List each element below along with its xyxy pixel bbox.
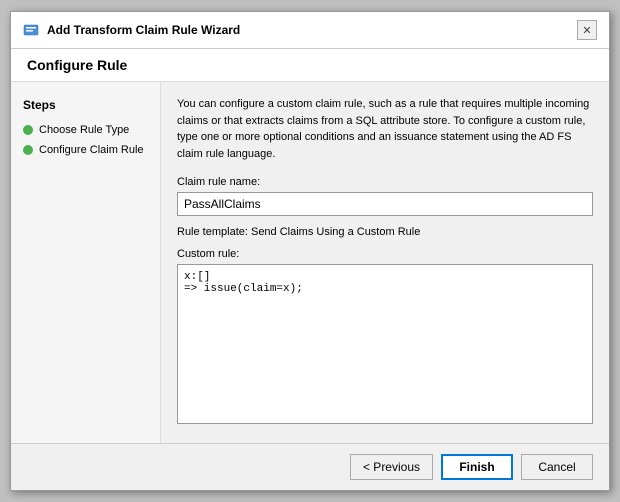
- sidebar-item-label-choose: Choose Rule Type: [39, 124, 129, 136]
- claim-rule-name-label: Claim rule name:: [177, 176, 593, 188]
- step-dot-configure: [23, 145, 33, 155]
- description-text: You can configure a custom claim rule, s…: [177, 96, 593, 162]
- title-bar: Add Transform Claim Rule Wizard ✕: [11, 12, 609, 49]
- footer: < Previous Finish Cancel: [11, 443, 609, 490]
- sidebar-item-label-configure: Configure Claim Rule: [39, 144, 144, 156]
- sidebar: Steps Choose Rule Type Configure Claim R…: [11, 82, 161, 443]
- previous-button[interactable]: < Previous: [350, 454, 433, 480]
- custom-rule-wrapper: x:[] => issue(claim=x);: [177, 264, 593, 424]
- sidebar-item-choose-rule-type[interactable]: Choose Rule Type: [23, 124, 148, 136]
- close-button[interactable]: ✕: [577, 20, 597, 40]
- dialog-window: Add Transform Claim Rule Wizard ✕ Config…: [10, 11, 610, 491]
- wizard-icon: [23, 22, 39, 38]
- claim-rule-name-input[interactable]: [177, 192, 593, 216]
- content-area: Steps Choose Rule Type Configure Claim R…: [11, 82, 609, 443]
- main-panel: You can configure a custom claim rule, s…: [161, 82, 609, 443]
- cancel-button[interactable]: Cancel: [521, 454, 593, 480]
- section-header: Configure Rule: [11, 49, 609, 82]
- sidebar-title: Steps: [23, 98, 148, 112]
- custom-rule-textarea[interactable]: x:[] => issue(claim=x);: [177, 264, 593, 424]
- title-bar-left: Add Transform Claim Rule Wizard: [23, 22, 240, 38]
- dialog-title: Add Transform Claim Rule Wizard: [47, 23, 240, 37]
- custom-rule-label: Custom rule:: [177, 248, 593, 260]
- step-dot-choose: [23, 125, 33, 135]
- sidebar-item-configure-claim-rule[interactable]: Configure Claim Rule: [23, 144, 148, 156]
- finish-button[interactable]: Finish: [441, 454, 513, 480]
- rule-template-text: Rule template: Send Claims Using a Custo…: [177, 226, 593, 238]
